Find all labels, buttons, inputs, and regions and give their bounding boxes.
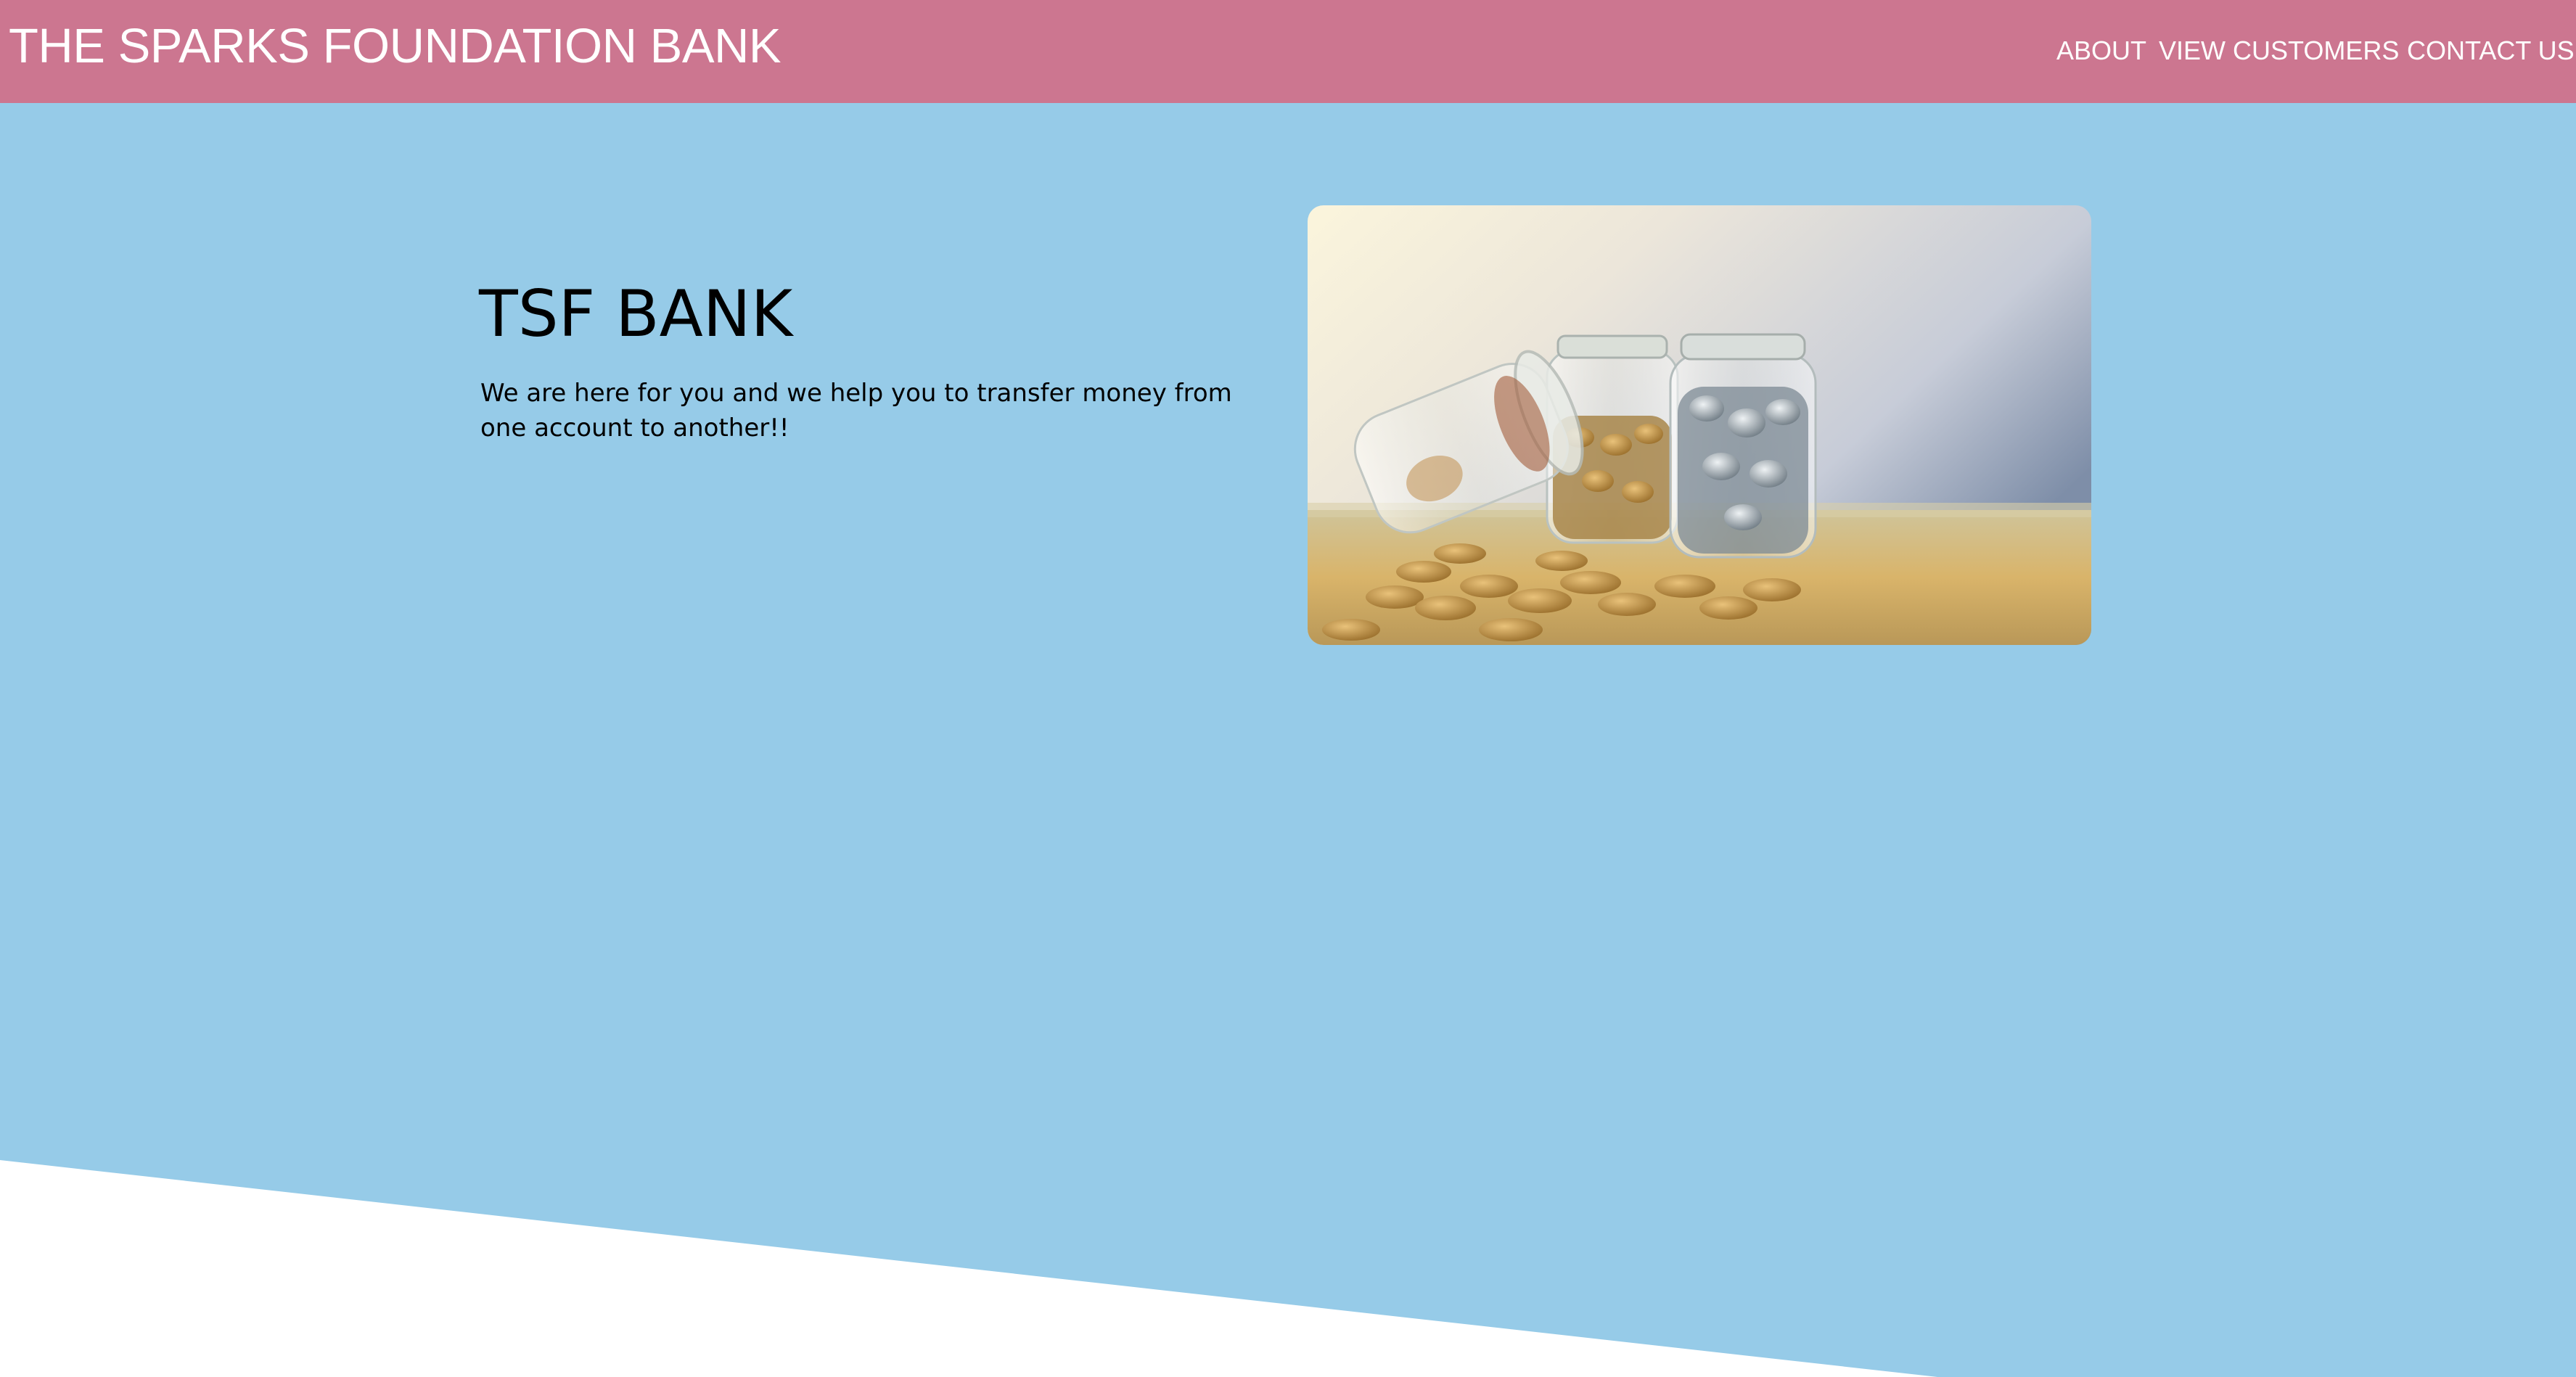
top-navbar: THE SPARKS FOUNDATION BANK ABOUT VIEW CU… <box>0 0 2576 103</box>
brand-title[interactable]: THE SPARKS FOUNDATION BANK <box>9 17 782 75</box>
hero-background <box>0 103 2576 1377</box>
hero-background-shape <box>0 103 2576 1377</box>
hero-title: TSF BANK <box>479 276 793 351</box>
nav-link-contact-us[interactable]: CONTACT US <box>2407 33 2575 68</box>
coin-jars-illustration <box>1308 205 2091 645</box>
nav-link-about[interactable]: ABOUT <box>2056 33 2146 68</box>
nav-link-view-customers[interactable]: VIEW CUSTOMERS <box>2159 33 2399 68</box>
coin-jars-image <box>1308 205 2091 645</box>
jar-silver-coins <box>1669 333 1817 559</box>
hero-description: We are here for you and we help you to t… <box>480 379 1232 443</box>
